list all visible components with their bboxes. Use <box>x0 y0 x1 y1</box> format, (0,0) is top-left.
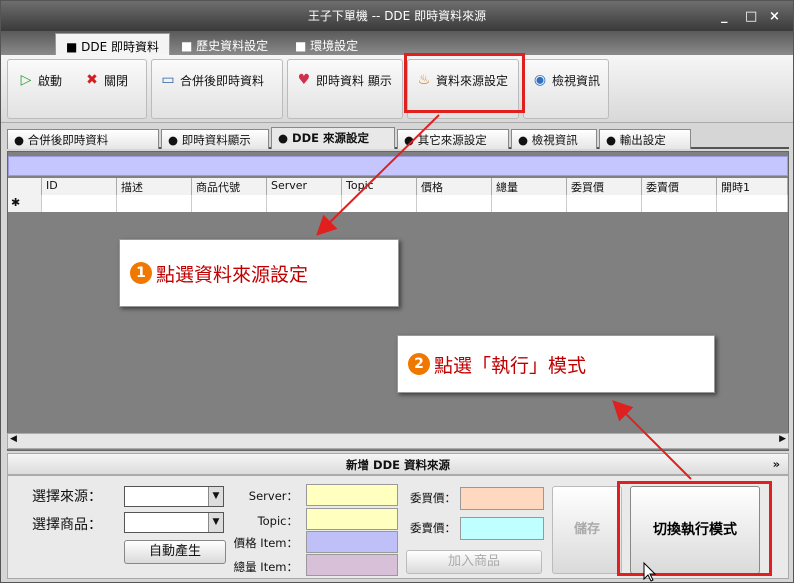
annotation-arrows <box>316 114 692 582</box>
arrow-1 <box>316 114 440 236</box>
app-window: 王子下單機 -- DDE 即時資料來源 _ □ × ■ DDE 即時資料 ■ 歷… <box>0 0 794 583</box>
arrow-2 <box>612 400 692 480</box>
mouse-cursor-icon <box>643 561 657 582</box>
